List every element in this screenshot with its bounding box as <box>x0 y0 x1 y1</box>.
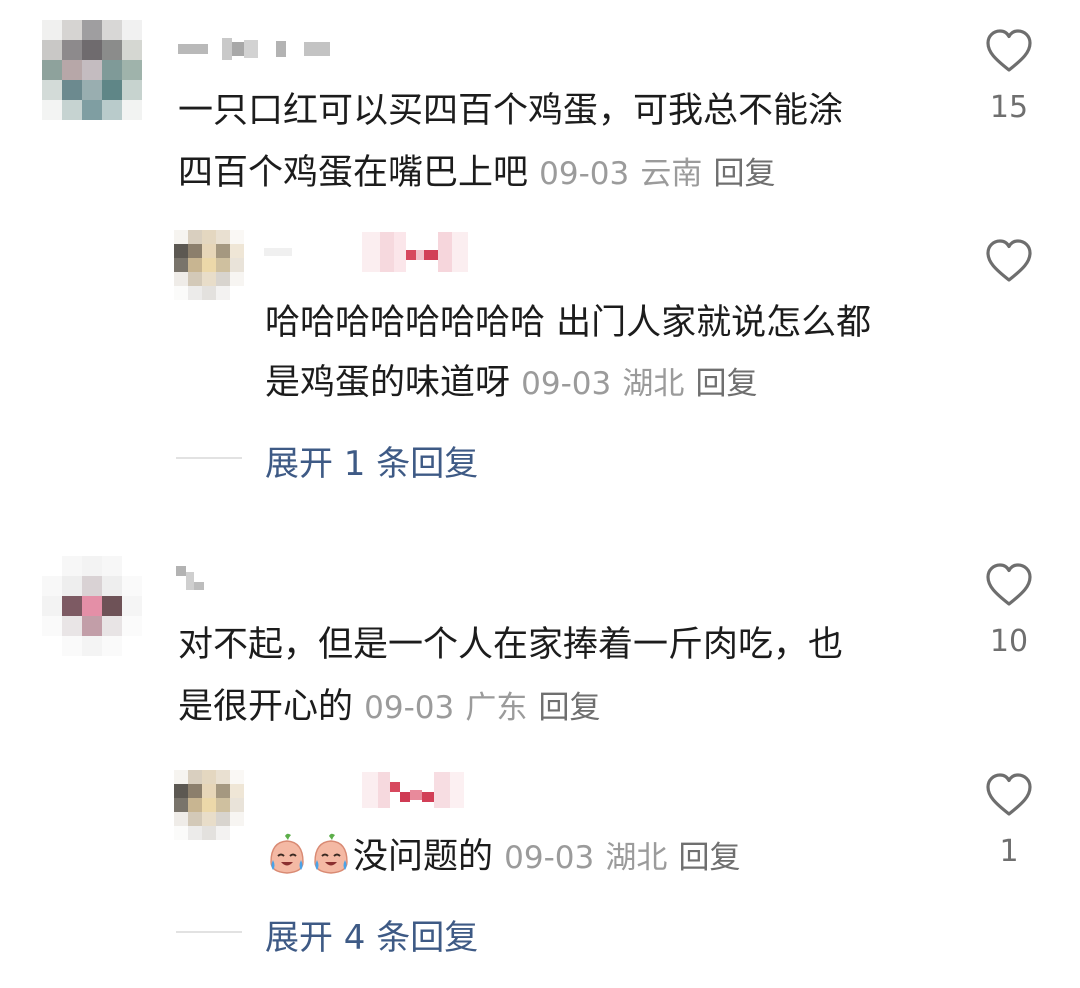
comment-text-line2: 四百个鸡蛋在嘴巴上吧 09-03 云南 回复 <box>178 142 776 205</box>
reply-button[interactable]: 回复 <box>679 840 741 876</box>
avatar[interactable] <box>174 770 244 840</box>
reply-location: 湖北 <box>605 840 668 876</box>
avatar[interactable] <box>174 230 244 300</box>
heart-outline-icon[interactable] <box>985 772 1033 818</box>
divider <box>176 931 242 933</box>
heart-outline-icon[interactable] <box>985 28 1033 74</box>
comment-text-tail: 四百个鸡蛋在嘴巴上吧 <box>178 153 529 193</box>
comment-text: 对不起，但是一个人在家捧着一斤肉吃，也 <box>178 625 844 665</box>
comment-location: 云南 <box>640 156 703 192</box>
comment-text: 一只口红可以买四百个鸡蛋，可我总不能涂 <box>178 91 844 131</box>
reply-location: 湖北 <box>622 366 685 402</box>
comment-text-tail: 是很开心的 <box>178 687 354 727</box>
reply-text: 哈哈哈哈哈哈哈哈 出门人家就说怎么都 <box>265 303 872 343</box>
comment-text-line2: 是很开心的 09-03 广东 回复 <box>178 676 601 739</box>
comment-location: 广东 <box>465 690 528 726</box>
heart-outline-icon[interactable] <box>985 238 1033 284</box>
reply-text-tail: 是鸡蛋的味道呀 <box>265 363 511 403</box>
reply-text-line: 没问题的 09-03 湖北 回复 <box>265 826 741 889</box>
reply-button[interactable]: 回复 <box>696 366 758 402</box>
comment-date: 09-03 <box>364 690 455 726</box>
like-count: 10 <box>989 624 1029 659</box>
username[interactable] <box>178 38 330 60</box>
reply-text-line2: 是鸡蛋的味道呀 09-03 湖北 回复 <box>265 352 758 415</box>
expand-replies-button[interactable]: 展开 4 条回复 <box>265 910 478 959</box>
crying-face-emoji-icon <box>314 833 348 874</box>
username[interactable] <box>264 232 468 272</box>
comment-date: 09-03 <box>539 156 630 192</box>
like-count: 1 <box>999 834 1019 869</box>
reply-date: 09-03 <box>504 840 595 876</box>
divider <box>176 457 242 459</box>
avatar[interactable] <box>42 556 142 656</box>
reply-text: 没问题的 <box>353 837 494 877</box>
expand-replies-button[interactable]: 展开 1 条回复 <box>265 436 478 485</box>
username[interactable] <box>176 566 204 590</box>
username[interactable] <box>264 772 464 808</box>
like-count: 15 <box>989 90 1029 125</box>
reply-button[interactable]: 回复 <box>714 156 776 192</box>
reply-button[interactable]: 回复 <box>539 690 601 726</box>
crying-face-emoji-icon <box>270 833 304 874</box>
reply-date: 09-03 <box>521 366 612 402</box>
heart-outline-icon[interactable] <box>985 562 1033 608</box>
avatar[interactable] <box>42 20 142 120</box>
